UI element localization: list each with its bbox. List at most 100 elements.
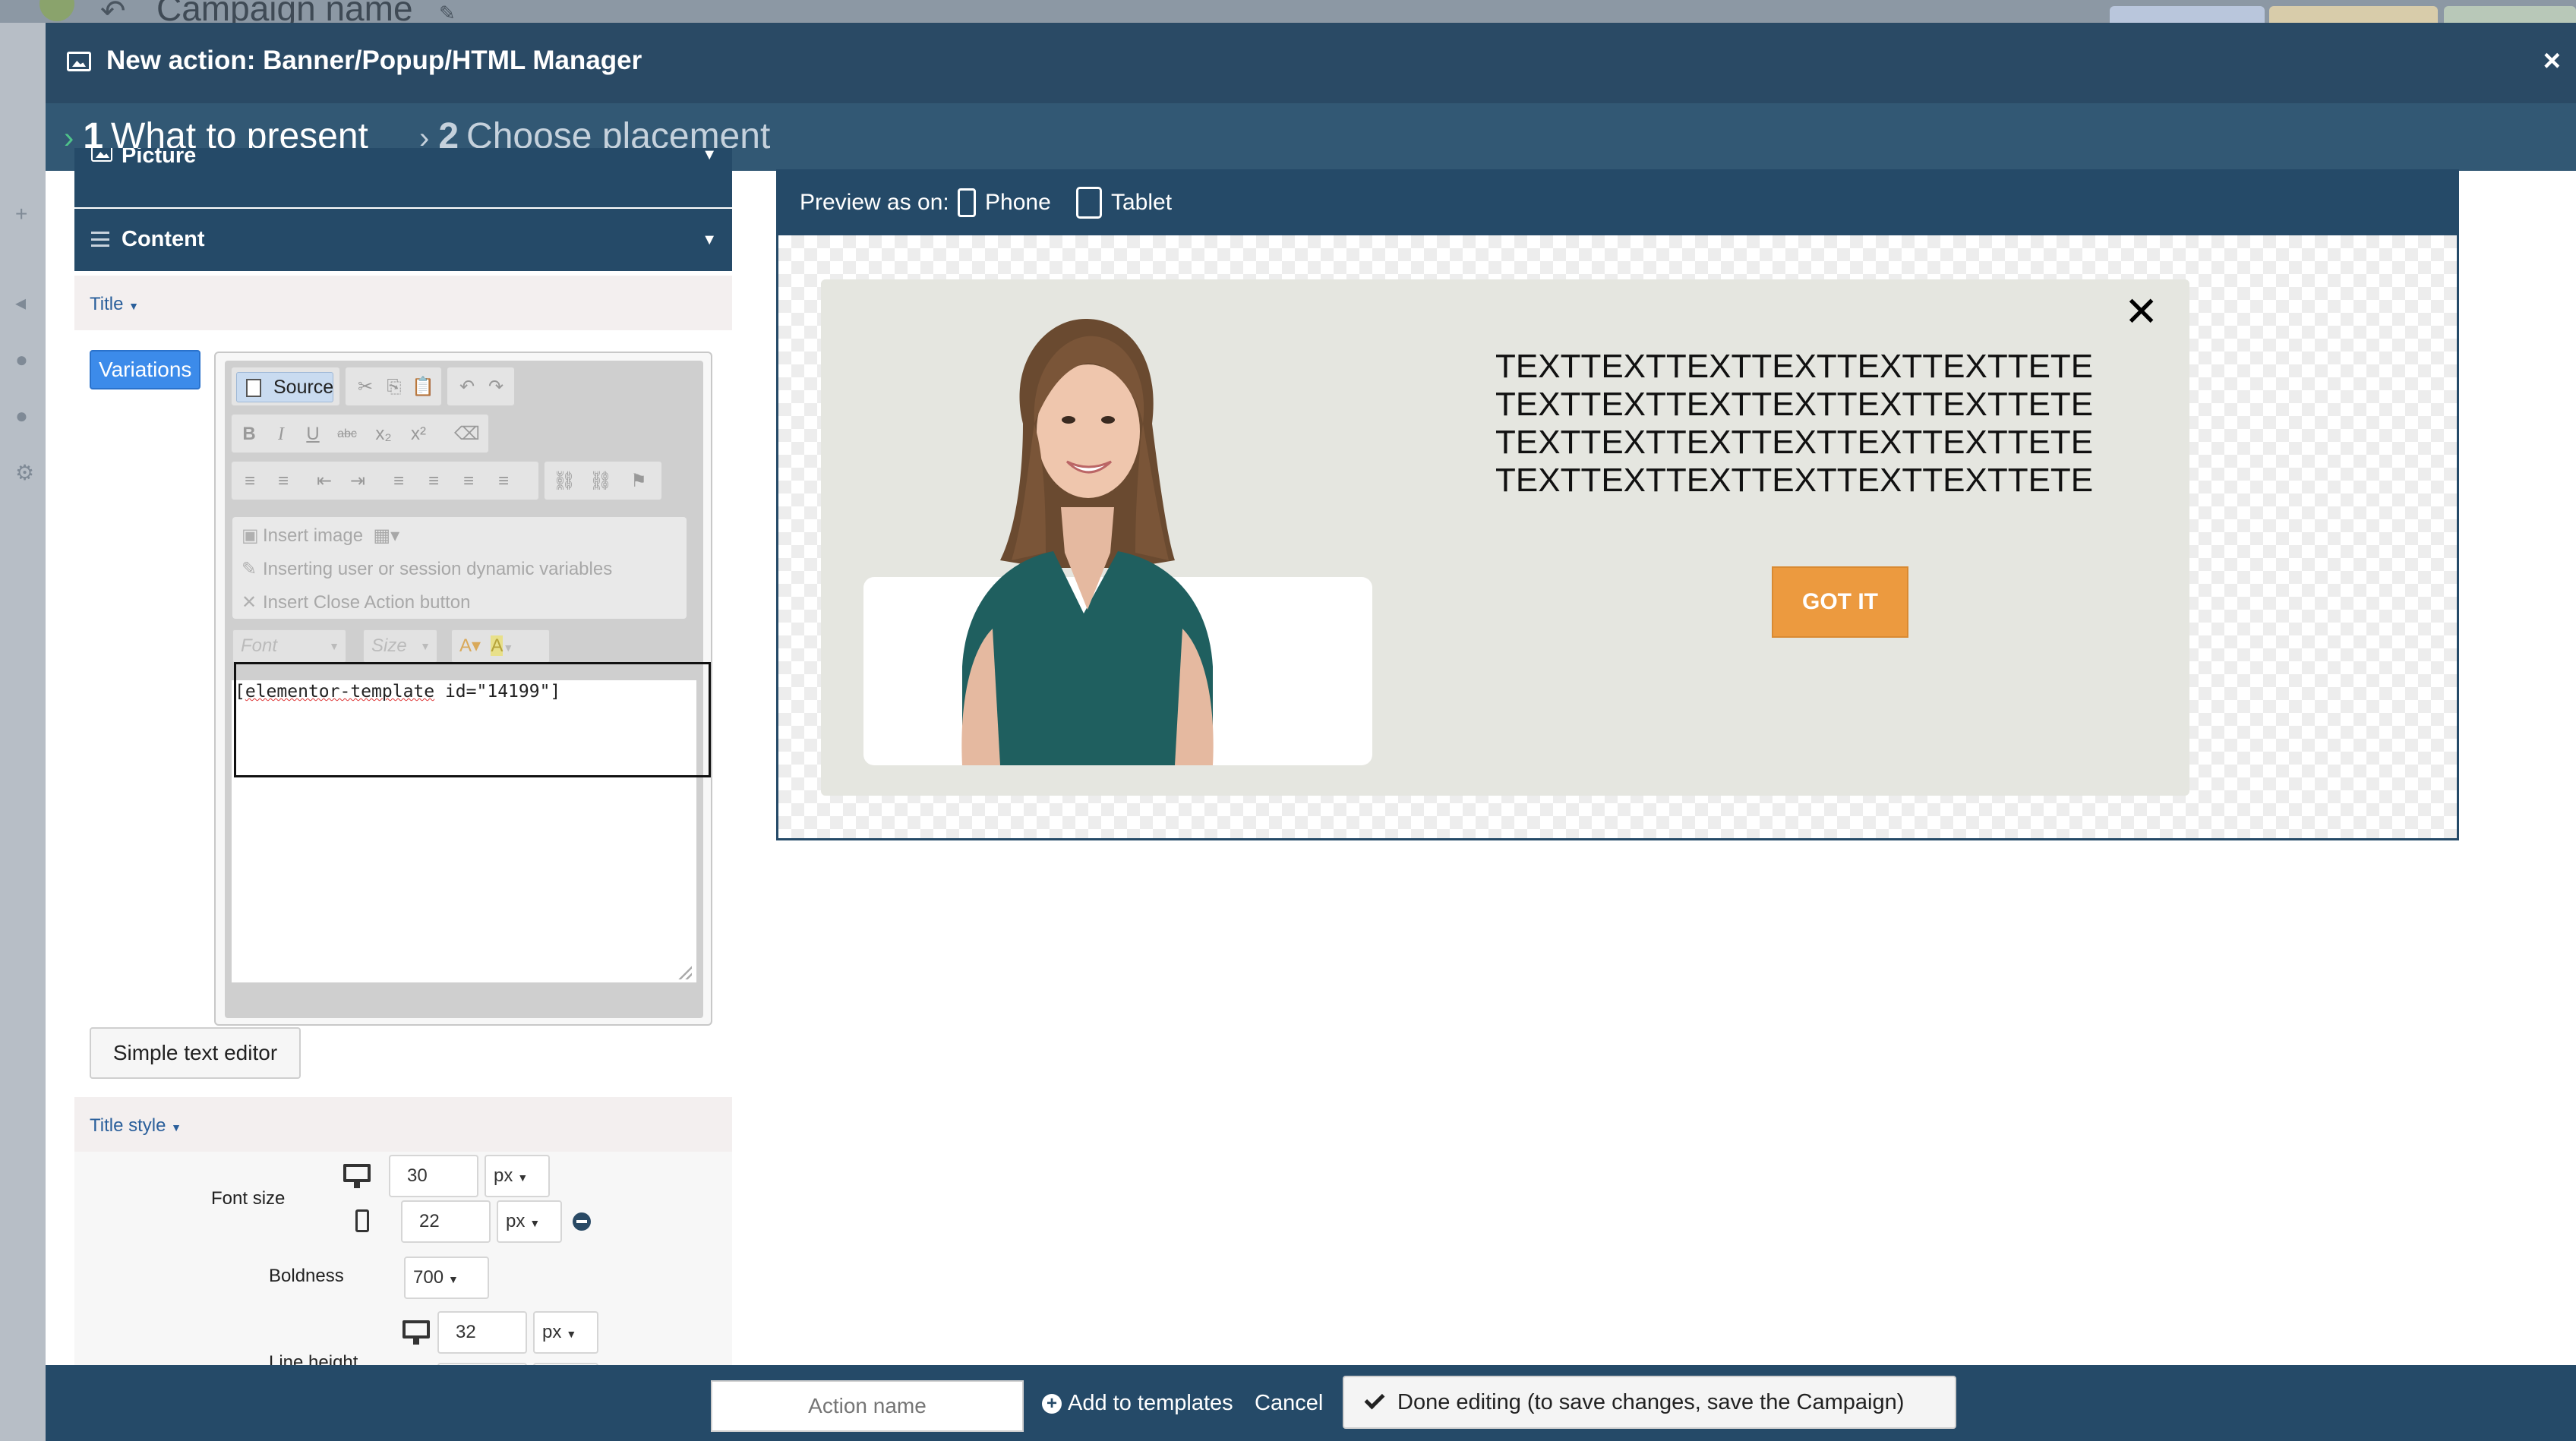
document-icon [246, 379, 261, 397]
background-edit-icon: ✎ [439, 2, 456, 24]
image-icon: ▣ [242, 525, 259, 546]
source-button[interactable]: Source [236, 372, 333, 402]
cut-icon[interactable]: ✂ [352, 374, 379, 401]
boldness-label: Boldness [269, 1266, 344, 1286]
justify-icon[interactable]: ≡ [490, 468, 517, 495]
undo-icon[interactable]: ↶ [453, 374, 481, 401]
text-color-icon[interactable]: A▾ [459, 635, 481, 656]
source-code-area[interactable]: [elementor-template id="14199"] [231, 680, 697, 983]
insert-close-button[interactable]: ✕ Insert Close Action button [242, 591, 471, 613]
outdent-icon[interactable]: ⇤ [311, 468, 338, 495]
line-height-desktop-input[interactable]: 32 [437, 1311, 527, 1354]
font-size-desktop-input[interactable]: 30 [389, 1155, 478, 1197]
woman-photo [961, 318, 1214, 765]
align-right-icon[interactable]: ≡ [455, 468, 482, 495]
font-dropdown[interactable]: Font ▼ [232, 629, 346, 663]
tablet-icon[interactable] [1076, 187, 1102, 219]
caret-down-icon: ▼ [329, 640, 339, 652]
plus-icon: + [1042, 1394, 1062, 1414]
bullet-list-icon[interactable]: ≡ [270, 468, 297, 495]
redo-icon[interactable]: ↷ [482, 374, 510, 401]
toolbar-clipboard-group: ✂ ⎘ 📋 [345, 367, 442, 406]
preview-phone-option[interactable]: Phone [985, 190, 1051, 216]
desktop-icon [343, 1164, 371, 1188]
caret-down-icon: ▼ [503, 642, 514, 654]
action-name-input[interactable] [711, 1380, 1024, 1432]
title-dropdown[interactable]: Title ▼ [90, 294, 139, 315]
background-sidebar: + ◂ ● ● ⚙ [0, 23, 46, 1441]
preview-header: Preview as on: Phone Tablet [778, 172, 2457, 235]
caret-down-icon: ▼ [517, 1171, 529, 1184]
boldness-value: 700 [413, 1267, 444, 1288]
align-left-icon[interactable]: ≡ [385, 468, 412, 495]
resize-grip-icon[interactable] [678, 966, 692, 979]
remove-mobile-size-icon[interactable] [573, 1212, 591, 1231]
background-megaphone-icon: ◂ [15, 291, 27, 314]
background-color-icon[interactable]: A [491, 635, 504, 656]
title-subbar: Title ▼ [74, 276, 732, 330]
font-toolbar: Font ▼ Size ▼ A▾ A▼ [232, 629, 551, 664]
size-dropdown[interactable]: Size ▼ [363, 629, 437, 663]
align-center-icon[interactable]: ≡ [420, 468, 447, 495]
banner-close-icon[interactable]: ✕ [2124, 292, 2158, 333]
unlink-icon[interactable]: ⛓ [586, 468, 616, 495]
modal-title: New action: Banner/Popup/HTML Manager [106, 46, 642, 75]
done-editing-button[interactable]: Done editing (to save changes, save the … [1343, 1376, 1956, 1429]
insert-image-button[interactable]: ▣ Insert image ▦▾ [242, 525, 399, 547]
title-style-label: Title style [90, 1115, 166, 1136]
table-icon: ▦▾ [373, 525, 400, 546]
phone-icon[interactable] [958, 188, 976, 217]
cancel-button[interactable]: Cancel [1255, 1391, 1323, 1416]
caret-down-icon: ▼ [448, 1273, 459, 1285]
font-size-mobile-input[interactable]: 22 [401, 1200, 491, 1243]
caret-down-icon: ▼ [171, 1121, 182, 1134]
picture-section-header[interactable]: Picture ▼ [74, 148, 732, 207]
done-editing-label: Done editing (to save changes, save the … [1397, 1390, 1905, 1414]
indent-icon[interactable]: ⇥ [344, 468, 371, 495]
desktop-icon [402, 1320, 430, 1345]
picture-section-label: Picture [122, 148, 197, 168]
simple-text-editor-button[interactable]: Simple text editor [90, 1027, 301, 1079]
background-gear-icon: ⚙ [15, 461, 35, 484]
link-icon[interactable]: ⛓ [549, 468, 579, 495]
anchor-flag-icon[interactable]: ⚑ [623, 468, 654, 495]
strikethrough-icon[interactable]: abc [332, 421, 362, 448]
got-it-button[interactable]: GOT IT [1772, 566, 1908, 638]
preview-tablet-option[interactable]: Tablet [1111, 190, 1172, 216]
insert-variables-label: Inserting user or session dynamic variab… [263, 559, 613, 579]
preview-panel: Preview as on: Phone Tablet ✕ TEXTTEXTTE… [776, 169, 2459, 840]
checkmark-icon [1364, 1389, 1385, 1410]
modal-close-button[interactable]: × [2543, 46, 2561, 76]
chevron-down-icon: ▼ [702, 148, 717, 163]
toolbar-paragraph-group: ≡ ≡ ⇤ ⇥ ≡ ≡ ≡ ≡ [231, 461, 539, 500]
bold-icon[interactable]: B [236, 421, 262, 448]
content-section-header[interactable]: Content ▼ [74, 209, 732, 271]
numbered-list-icon[interactable]: ≡ [236, 468, 264, 495]
background-button-3 [2444, 6, 2576, 23]
add-to-templates-button[interactable]: + Add to templates [1042, 1391, 1233, 1416]
underline-icon[interactable]: U [300, 421, 326, 448]
copy-icon[interactable]: ⎘ [380, 374, 408, 401]
pencil-icon: ✎ [242, 559, 257, 579]
code-bracket: [ [235, 682, 245, 702]
eraser-icon[interactable]: ⌫ [452, 421, 482, 448]
title-style-dropdown[interactable]: Title style ▼ [90, 1115, 182, 1137]
code-shortcode-args: id="14199"] [434, 682, 561, 702]
modal-footer: + Add to templates Cancel Done editing (t… [46, 1365, 2576, 1441]
background-users-icon: ● [15, 404, 28, 427]
insert-image-label: Insert image [263, 525, 364, 546]
line-height-desktop-unit[interactable]: px ▼ [533, 1311, 598, 1354]
insert-variables-button[interactable]: ✎ Inserting user or session dynamic varia… [242, 558, 612, 580]
italic-icon[interactable]: I [268, 421, 294, 448]
font-size-mobile-unit[interactable]: px ▼ [497, 1200, 562, 1243]
background-button-2 [2269, 6, 2438, 23]
source-code-text: [elementor-template id="14199"] [235, 682, 560, 702]
subscript-icon[interactable]: x₂ [368, 421, 399, 448]
background-button-1 [2110, 6, 2265, 23]
font-size-desktop-unit[interactable]: px ▼ [485, 1155, 550, 1197]
variations-button[interactable]: Variations [90, 350, 201, 389]
boldness-dropdown[interactable]: 700 ▼ [404, 1257, 489, 1299]
background-plus-icon: + [15, 202, 28, 225]
paste-icon[interactable]: 📋 [409, 374, 437, 401]
superscript-icon[interactable]: x² [403, 421, 434, 448]
